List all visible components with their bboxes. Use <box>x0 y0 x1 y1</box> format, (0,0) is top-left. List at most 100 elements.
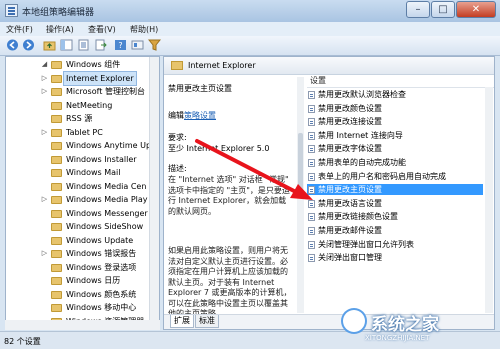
policy-setting-icon <box>308 227 315 235</box>
policy-editor-icon <box>5 4 18 17</box>
setting-row[interactable]: 关闭弹出窗口管理 <box>307 252 483 263</box>
tree-item-label: RSS 源 <box>66 114 93 123</box>
tree-item-label: Windows 组件 <box>66 60 121 69</box>
help-icon[interactable]: ? <box>114 39 127 51</box>
folder-icon <box>51 182 62 191</box>
settings-list: 禁用更改默认浏览器检查禁用更改颜色设置禁用更改连接设置禁用 Internet 连… <box>307 89 485 311</box>
tree-item-label: Windows 日历 <box>66 276 121 285</box>
expand-arrow-icon[interactable]: ◢ <box>41 61 48 68</box>
folder-icon <box>51 250 62 258</box>
setting-row[interactable]: 禁用更改语言设置 <box>307 198 483 209</box>
forward-icon[interactable] <box>22 39 35 51</box>
tab-standard[interactable]: 标准 <box>195 315 219 328</box>
tree-item-label: Windows Media Cen <box>66 181 147 191</box>
setting-label: 禁用更改语言设置 <box>318 198 382 208</box>
policy-setting-icon <box>308 254 315 263</box>
setting-label: 禁用更改颜色设置 <box>318 103 382 113</box>
folder-icon <box>51 263 62 272</box>
settings-column-header[interactable]: 设置 <box>307 75 494 88</box>
show-hide-tree-icon[interactable] <box>60 39 73 51</box>
setting-row[interactable]: 禁用更改连接设置 <box>307 116 483 127</box>
navigation-tree: ◢ Windows 组件 ▷ Internet Explorer ▷ Microsoft … <box>5 56 160 330</box>
tree-item-label: Windows 颜色系统 <box>66 289 137 299</box>
tab-extended[interactable]: 扩展 <box>170 315 194 328</box>
close-button[interactable]: ✕ <box>456 1 496 18</box>
tree-item-label: Windows Anytime Up <box>66 141 152 150</box>
tree-item-label: Tablet PC <box>66 127 103 137</box>
policy-setting-icon <box>308 240 315 249</box>
tree-vertical-scrollbar[interactable] <box>149 57 159 329</box>
tree-item-label: Windows 移动中心 <box>66 303 137 312</box>
setting-row[interactable]: 禁用更改邮件设置 <box>307 225 483 236</box>
folder-icon <box>51 74 62 83</box>
setting-label: 禁用更改主页设置 <box>318 185 382 195</box>
description-text: 在 "Internet 选项" 对话框 "常规" 选项卡中指定的 "主页"，是只… <box>168 175 290 216</box>
requirements-label: 要求: <box>168 133 187 142</box>
watermark-logo-icon <box>343 310 365 332</box>
folder-icon <box>51 290 62 299</box>
folder-icon <box>51 304 62 312</box>
folder-icon <box>51 236 62 245</box>
edit-prefix: 编辑 <box>168 111 184 120</box>
folder-icon <box>51 223 62 231</box>
setting-row[interactable]: 禁用更改默认浏览器检查 <box>307 89 483 100</box>
setting-row[interactable]: 禁用 Internet 连接向导 <box>307 130 483 141</box>
policy-setting-icon <box>308 91 315 99</box>
filter-icon[interactable] <box>148 39 161 51</box>
export-icon[interactable] <box>94 39 107 51</box>
menu-bar: 文件(F) 操作(A) 查看(V) 帮助(H) <box>0 22 500 36</box>
folder-icon <box>51 61 62 69</box>
back-icon[interactable] <box>6 39 19 51</box>
maximize-button[interactable]: □ <box>431 1 455 18</box>
settings-scrollbar[interactable] <box>485 87 493 313</box>
menu-file[interactable]: 文件(F) <box>6 24 33 35</box>
setting-row[interactable]: 禁用更改颜色设置 <box>307 103 483 114</box>
description-scroll-thumb[interactable] <box>298 133 303 197</box>
up-folder-icon[interactable] <box>43 39 56 51</box>
expand-arrow-icon[interactable]: ▷ <box>41 74 48 82</box>
setting-row[interactable]: 禁用更改链接颜色设置 <box>307 211 483 222</box>
tree-horizontal-scrollbar[interactable] <box>5 320 160 330</box>
setting-row[interactable]: 关闭管理弹出窗口允许列表 <box>307 239 483 250</box>
expand-arrow-icon[interactable]: ▷ <box>41 88 48 95</box>
view-icon[interactable] <box>131 39 144 51</box>
expand-arrow-icon[interactable]: ▷ <box>41 250 48 257</box>
tree-item-label: NetMeeting <box>66 100 113 110</box>
setting-row[interactable]: 禁用更改字体设置 <box>307 143 483 154</box>
folder-icon <box>51 209 62 218</box>
setting-row[interactable]: 禁用更改主页设置 <box>307 184 483 196</box>
edit-policy-line: 编辑策略设置 <box>168 111 216 122</box>
expand-arrow-icon[interactable]: ▷ <box>41 128 48 136</box>
edit-policy-link[interactable]: 策略设置 <box>184 111 216 120</box>
setting-label: 禁用 Internet 连接向导 <box>318 130 403 140</box>
tree-item-label: Windows 错误报告 <box>66 249 137 258</box>
menu-help[interactable]: 帮助(H) <box>130 24 158 35</box>
minimize-button[interactable]: – <box>406 1 430 18</box>
tree-item-label: Windows Mail <box>66 168 121 177</box>
policy-setting-icon <box>308 104 315 113</box>
folder-icon <box>51 142 62 150</box>
toolbar: ? <box>0 36 500 56</box>
expand-arrow-icon[interactable]: ▷ <box>41 196 48 203</box>
folder-icon <box>51 101 62 110</box>
menu-view[interactable]: 查看(V) <box>88 24 116 35</box>
description-text-2: 如果启用此策略设置，则用户将无法对自定义默认主页进行设置。必须指定在用户计算机上… <box>168 246 292 316</box>
setting-row[interactable]: 禁用表单的自动完成功能 <box>307 157 483 168</box>
folder-icon <box>51 277 62 285</box>
title-bar[interactable]: 本地组策略编辑器 – □ ✕ <box>0 0 500 22</box>
policy-setting-icon <box>308 131 315 140</box>
folder-icon <box>51 115 62 123</box>
description-label: 描述: <box>168 164 187 173</box>
setting-row[interactable]: 表单上的用户名和密码启用自动完成 <box>307 171 483 182</box>
properties-icon[interactable] <box>77 39 90 51</box>
tree-item-label: Microsoft 管理控制台 <box>66 87 145 96</box>
menu-action[interactable]: 操作(A) <box>46 24 74 35</box>
